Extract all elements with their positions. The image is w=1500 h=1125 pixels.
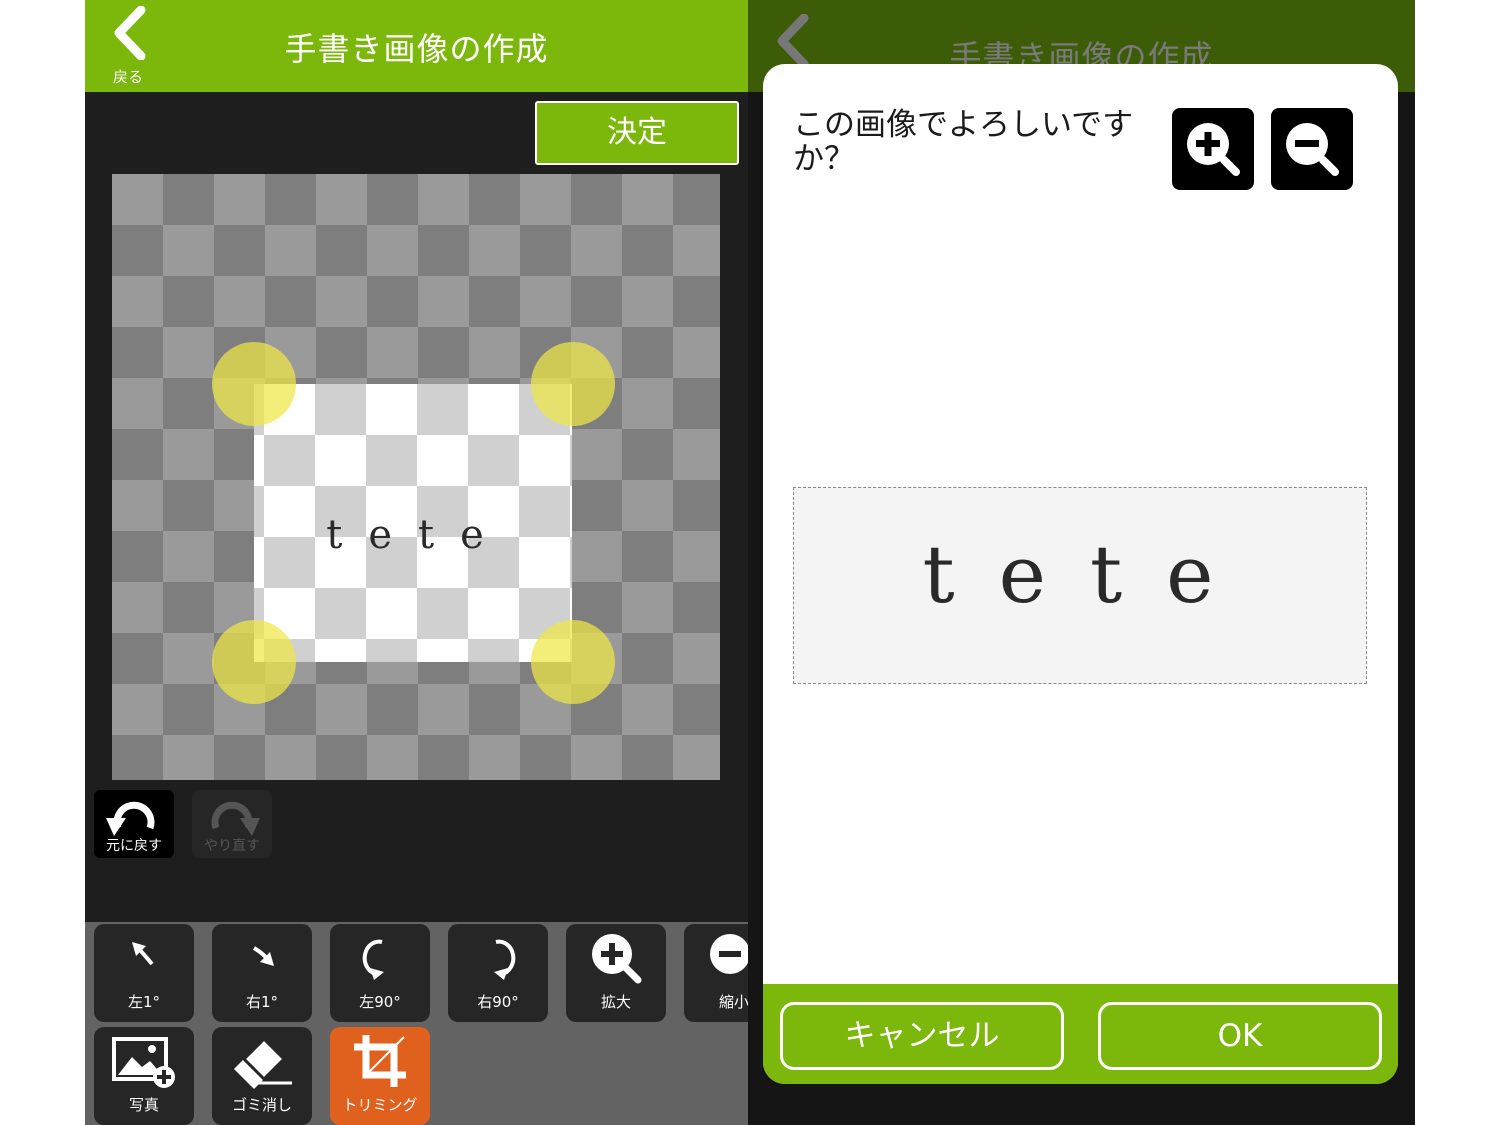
tool-label: トリミング <box>342 1096 418 1114</box>
crop-handle-bottom-right[interactable] <box>531 620 615 704</box>
dialog-zoom-out-button[interactable] <box>1271 108 1353 190</box>
dialog-footer: キャンセル OK <box>763 984 1398 1084</box>
undo-label: 元に戻す <box>106 838 162 854</box>
crop-handle-bottom-left[interactable] <box>212 620 296 704</box>
trim-screen: 戻る 手書き画像の作成 決定 tete 元に戻す やり直す 左1° 右1° 左9… <box>85 0 748 1125</box>
rotate-right-small-icon <box>252 946 274 966</box>
add-photo-icon <box>112 1037 175 1088</box>
decide-button[interactable]: 決定 <box>535 101 739 165</box>
crop-handle-top-left[interactable] <box>212 342 296 426</box>
crop-handle-top-right[interactable] <box>531 342 615 426</box>
rotate-right-1-button[interactable]: 右1° <box>212 924 312 1022</box>
tool-bar: 左1° 右1° 左90° 右90° 拡大 縮小 写真 ゴミ消し トリミング <box>85 922 748 1125</box>
tool-label: 縮小 <box>718 993 748 1011</box>
handwritten-text: tete <box>326 512 510 558</box>
tool-label: 左90° <box>359 993 401 1011</box>
zoom-out-button[interactable]: 縮小 <box>684 924 748 1022</box>
crop-button[interactable]: トリミング <box>330 1027 430 1125</box>
rotate-right-90-button[interactable]: 右90° <box>448 924 548 1022</box>
app-header: 戻る 手書き画像の作成 <box>85 0 748 92</box>
redo-button[interactable]: やり直す <box>192 790 272 858</box>
zoom-out-icon <box>710 934 748 974</box>
tool-label: 左1° <box>127 993 161 1011</box>
dialog-zoom-in-button[interactable] <box>1172 108 1254 190</box>
ok-button[interactable]: OK <box>1098 1002 1382 1070</box>
tool-label: 写真 <box>128 1096 159 1114</box>
tool-label: 右90° <box>477 993 519 1011</box>
rotate-left-90-button[interactable]: 左90° <box>330 924 430 1022</box>
page-title: 手書き画像の作成 <box>284 30 549 68</box>
confirm-dialog: この画像でよろしいですか？ tete キャンセル OK <box>763 64 1398 1084</box>
cancel-button[interactable]: キャンセル <box>780 1002 1064 1070</box>
zoom-out-icon <box>1286 123 1339 176</box>
zoom-in-button[interactable]: 拡大 <box>566 924 666 1022</box>
zoom-in-icon <box>1187 123 1240 176</box>
rotate-left-90-icon <box>362 939 384 980</box>
undo-button[interactable]: 元に戻す <box>94 790 174 858</box>
tool-label: 拡大 <box>600 993 631 1011</box>
handwritten-preview: tete <box>922 528 1258 621</box>
tool-label: ゴミ消し <box>231 1096 292 1114</box>
confirm-screen: 手書き画像の作成 この画像でよろしいですか？ tete キャンセル OK <box>748 0 1415 1125</box>
eraser-button[interactable]: ゴミ消し <box>212 1027 312 1125</box>
drawing-canvas[interactable]: tete <box>112 174 720 780</box>
rotate-left-1-button[interactable]: 左1° <box>94 924 194 1022</box>
rotate-right-90-icon <box>494 939 516 980</box>
redo-label: やり直す <box>204 838 260 854</box>
image-preview: tete <box>793 487 1367 684</box>
tool-label: 右1° <box>245 993 279 1011</box>
eraser-icon <box>234 1036 292 1089</box>
add-photo-button[interactable]: 写真 <box>94 1027 194 1125</box>
zoom-in-icon <box>592 934 642 984</box>
confirm-question: この画像でよろしいですか？ <box>793 107 1134 177</box>
rotate-left-small-icon <box>132 942 154 966</box>
crop-area[interactable]: tete <box>254 384 572 662</box>
crop-icon <box>354 1035 406 1087</box>
